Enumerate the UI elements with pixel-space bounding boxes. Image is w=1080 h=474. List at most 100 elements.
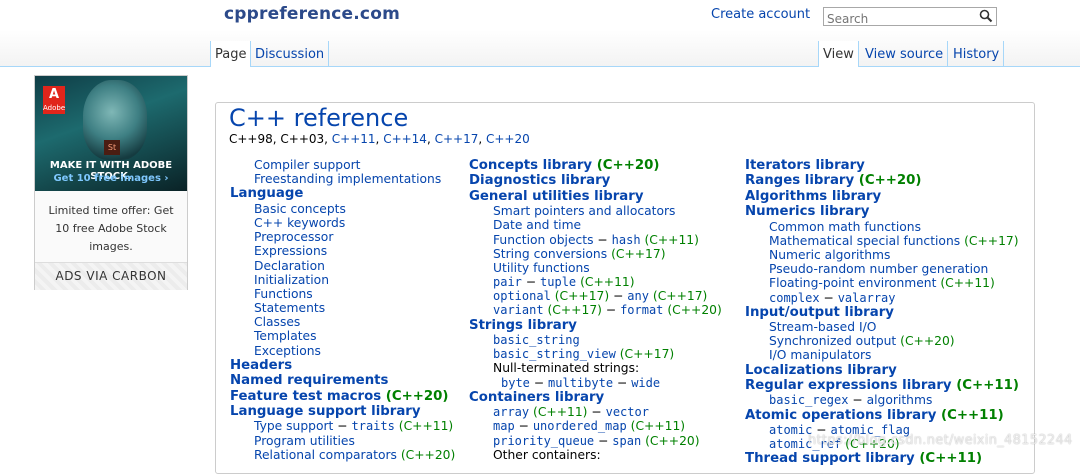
section-heading-link[interactable]: Concepts library bbox=[469, 158, 592, 173]
section-heading-link[interactable]: Numerics library bbox=[745, 204, 869, 219]
code-link[interactable]: basic_string bbox=[493, 333, 580, 347]
section-heading-link[interactable]: Diagnostics library bbox=[469, 173, 610, 188]
reference-link[interactable]: Mathematical special functions bbox=[769, 234, 960, 248]
section-heading-link[interactable]: Input/output library bbox=[745, 305, 894, 320]
code-link[interactable]: variant bbox=[493, 303, 544, 317]
code-link[interactable]: valarray bbox=[838, 291, 896, 305]
section-heading-link[interactable]: Language support library bbox=[230, 404, 421, 419]
reference-link[interactable]: Smart pointers and allocators bbox=[493, 204, 675, 218]
reference-link[interactable]: Stream-based I/O bbox=[769, 320, 876, 334]
list-item: Preprocessor bbox=[230, 230, 455, 244]
reference-link[interactable]: I/O manipulators bbox=[769, 348, 871, 362]
section-heading-link[interactable]: Iterators library bbox=[745, 158, 865, 173]
list-item: Concepts library (C++20) bbox=[469, 158, 722, 173]
reference-link[interactable]: Common math functions bbox=[769, 220, 921, 234]
list-item: Headers bbox=[230, 358, 455, 373]
code-link[interactable]: optional bbox=[493, 289, 551, 303]
create-account-link[interactable]: Create account bbox=[711, 7, 810, 22]
code-link[interactable]: priority_queue bbox=[493, 434, 594, 448]
ad-subheadline[interactable]: Get 10 free images › bbox=[35, 173, 187, 184]
reference-link[interactable]: Date and time bbox=[493, 218, 581, 232]
reference-link[interactable]: C++ keywords bbox=[254, 216, 345, 230]
code-link[interactable]: multibyte bbox=[548, 376, 613, 390]
section-heading-link[interactable]: Strings library bbox=[469, 318, 577, 333]
list-item: Program utilities bbox=[230, 434, 455, 448]
section-heading-link[interactable]: Headers bbox=[230, 358, 292, 373]
reference-link[interactable]: Compiler support bbox=[254, 158, 360, 172]
reference-link[interactable]: Initialization bbox=[254, 273, 329, 287]
reference-link[interactable]: Preprocessor bbox=[254, 230, 333, 244]
code-link[interactable]: array bbox=[493, 405, 529, 419]
tab-history[interactable]: History bbox=[949, 41, 1005, 66]
tab-view-source[interactable]: View source bbox=[861, 41, 949, 66]
code-link[interactable]: atomic bbox=[769, 423, 812, 437]
reference-link[interactable]: Type support bbox=[254, 419, 333, 433]
reference-link[interactable]: Function objects bbox=[493, 233, 594, 247]
tab-page[interactable]: Page bbox=[210, 41, 252, 67]
section-heading-link[interactable]: Atomic operations library bbox=[745, 408, 936, 423]
section-heading-link[interactable]: Language bbox=[230, 186, 303, 201]
search-icon[interactable] bbox=[979, 9, 993, 23]
list-item: Language bbox=[230, 186, 455, 201]
search-input[interactable] bbox=[824, 10, 980, 28]
reference-link[interactable]: Utility functions bbox=[493, 261, 590, 275]
std-link[interactable]: C++17 bbox=[435, 132, 479, 146]
reference-link[interactable]: Basic concepts bbox=[254, 202, 346, 216]
code-link[interactable]: basic_string_view bbox=[493, 347, 616, 361]
reference-link[interactable]: Declaration bbox=[254, 259, 325, 273]
reference-link[interactable]: Classes bbox=[254, 315, 300, 329]
code-link[interactable]: pair bbox=[493, 275, 522, 289]
section-heading-link[interactable]: Containers library bbox=[469, 390, 604, 405]
reference-link[interactable]: Freestanding implementations bbox=[254, 172, 441, 186]
ads-via-carbon[interactable]: ADS VIA CARBON bbox=[35, 262, 187, 290]
code-link[interactable]: algorithms bbox=[867, 393, 933, 407]
reference-link[interactable]: Numeric algorithms bbox=[769, 248, 890, 262]
reference-link[interactable]: Program utilities bbox=[254, 434, 355, 448]
version-badge: (C++20) bbox=[596, 158, 660, 173]
code-link[interactable]: unordered_map bbox=[533, 419, 627, 433]
tab-view[interactable]: View bbox=[818, 41, 859, 67]
reference-link[interactable]: Expressions bbox=[254, 244, 327, 258]
version-badge: (C++17) bbox=[554, 289, 610, 304]
reference-link[interactable]: String conversions bbox=[493, 247, 607, 261]
ad-image[interactable]: A Adobe St MAKE IT WITH ADOBE STOCK. Get … bbox=[35, 76, 187, 191]
section-heading-link[interactable]: Algorithms library bbox=[745, 189, 881, 204]
section-heading-link[interactable]: Named requirements bbox=[230, 373, 388, 388]
section-heading-link[interactable]: Feature test macros bbox=[230, 389, 381, 404]
code-link[interactable]: span bbox=[612, 434, 641, 448]
code-link[interactable]: format bbox=[620, 303, 663, 317]
reference-link[interactable]: Exceptions bbox=[254, 344, 321, 358]
site-logo[interactable]: cppreference.com bbox=[224, 4, 400, 24]
std-link[interactable]: C++14 bbox=[383, 132, 427, 146]
separator: − bbox=[514, 419, 533, 434]
carbon-ad[interactable]: A Adobe St MAKE IT WITH ADOBE STOCK. Get … bbox=[34, 75, 188, 290]
code-link[interactable]: tuple bbox=[540, 275, 576, 289]
code-link[interactable]: complex bbox=[769, 291, 820, 305]
search-box[interactable] bbox=[823, 7, 997, 28]
reference-link[interactable]: Floating-point environment bbox=[769, 276, 936, 290]
std-link[interactable]: C++20 bbox=[486, 132, 530, 146]
reference-link[interactable]: Statements bbox=[254, 301, 325, 315]
code-link[interactable]: vector bbox=[606, 405, 649, 419]
tab-discussion[interactable]: Discussion bbox=[251, 41, 330, 66]
code-link[interactable]: wide bbox=[631, 376, 660, 390]
reference-link[interactable]: Pseudo-random number generation bbox=[769, 262, 988, 276]
code-link[interactable]: any bbox=[627, 289, 649, 303]
code-link[interactable]: map bbox=[493, 419, 515, 433]
ad-offer-text[interactable]: Limited time offer: Get 10 free Adobe St… bbox=[43, 202, 179, 256]
section-heading-link[interactable]: Localizations library bbox=[745, 363, 897, 378]
reference-link[interactable]: Synchronized output bbox=[769, 334, 896, 348]
reference-link[interactable]: Functions bbox=[254, 287, 313, 301]
code-link[interactable]: byte bbox=[501, 376, 530, 390]
reference-link[interactable]: Templates bbox=[254, 329, 317, 343]
section-heading-link[interactable]: Thread support library bbox=[745, 451, 915, 466]
list-item: Initialization bbox=[230, 273, 455, 287]
code-link[interactable]: hash bbox=[612, 233, 641, 247]
section-heading-link[interactable]: General utilities library bbox=[469, 189, 644, 204]
std-link[interactable]: C++11 bbox=[332, 132, 376, 146]
code-link[interactable]: basic_regex bbox=[769, 393, 848, 407]
list-item: map − unordered_map (C++11) bbox=[469, 419, 722, 433]
section-heading-link[interactable]: Ranges library bbox=[745, 173, 854, 188]
code-link[interactable]: traits bbox=[352, 419, 395, 433]
section-heading-link[interactable]: Regular expressions library bbox=[745, 378, 952, 393]
